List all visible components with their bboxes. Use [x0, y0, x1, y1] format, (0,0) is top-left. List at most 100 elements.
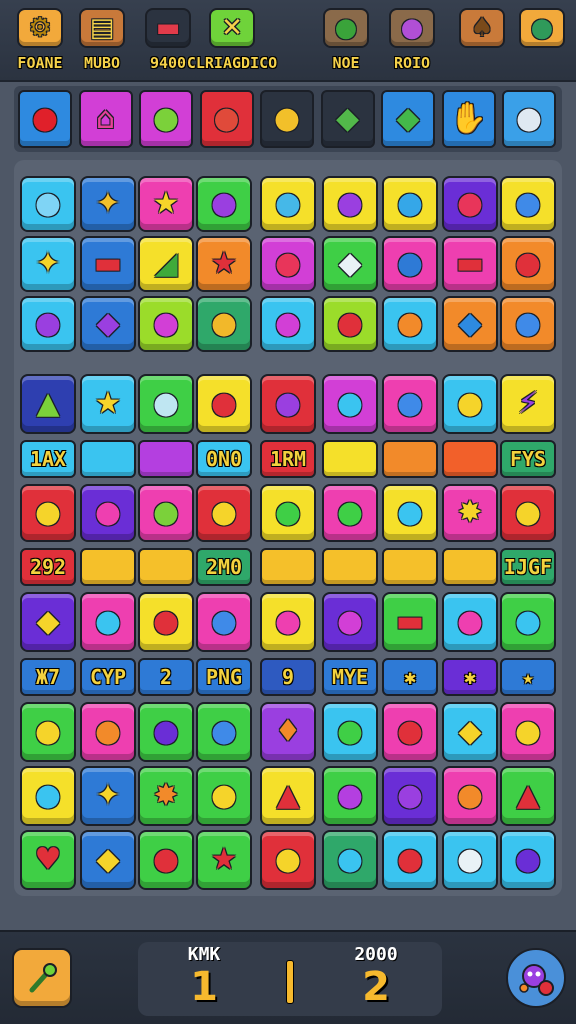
label-tile[interactable]: ✱: [442, 658, 498, 696]
game-tile[interactable]: ◆: [322, 236, 378, 292]
label-tile[interactable]: 2: [138, 658, 194, 696]
label-tile[interactable]: FYS: [500, 440, 556, 478]
game-tile[interactable]: ●: [382, 176, 438, 232]
game-tile[interactable]: ●: [196, 296, 252, 352]
game-tile[interactable]: ●: [196, 374, 252, 434]
game-tile[interactable]: ●: [138, 592, 194, 652]
label-tile[interactable]: 292: [20, 548, 76, 586]
game-tile[interactable]: ♦: [260, 702, 316, 762]
game-tile[interactable]: ●: [382, 236, 438, 292]
top-item-button-2[interactable]: ▬: [145, 8, 191, 48]
game-tile[interactable]: ★: [138, 176, 194, 232]
tray-slot[interactable]: ◆: [381, 90, 435, 148]
label-tile[interactable]: Ж7: [20, 658, 76, 696]
game-tile[interactable]: ●: [20, 176, 76, 232]
game-tile[interactable]: ●: [322, 176, 378, 232]
game-tile[interactable]: ●: [322, 296, 378, 352]
game-tile[interactable]: ●: [138, 830, 194, 890]
label-tile[interactable]: ✱: [382, 658, 438, 696]
game-tile[interactable]: ●: [196, 176, 252, 232]
game-tile[interactable]: ●: [138, 702, 194, 762]
game-tile[interactable]: ●: [322, 766, 378, 826]
label-tile[interactable]: 2M0: [196, 548, 252, 586]
tray-slot[interactable]: ●: [502, 90, 556, 148]
top-item-button-4[interactable]: ●: [323, 8, 369, 48]
game-tile[interactable]: ◆: [80, 296, 136, 352]
game-tile[interactable]: ★: [196, 830, 252, 890]
game-tile[interactable]: ✦: [80, 766, 136, 826]
label-tile[interactable]: PNG: [196, 658, 252, 696]
game-tile[interactable]: ●: [80, 484, 136, 542]
game-tile[interactable]: ●: [80, 592, 136, 652]
top-item-button-1[interactable]: ▤: [79, 8, 125, 48]
top-item-button-3[interactable]: ✕: [209, 8, 255, 48]
game-tile[interactable]: ●: [322, 702, 378, 762]
label-tile[interactable]: [442, 440, 498, 478]
game-tile[interactable]: ●: [382, 296, 438, 352]
game-tile[interactable]: ●: [322, 592, 378, 652]
label-tile[interactable]: MYE: [322, 658, 378, 696]
game-tile[interactable]: ✸: [138, 766, 194, 826]
top-item-button-5[interactable]: ●: [389, 8, 435, 48]
game-tile[interactable]: ▬: [442, 236, 498, 292]
game-tile[interactable]: ✦: [20, 236, 76, 292]
label-tile[interactable]: [442, 548, 498, 586]
label-tile[interactable]: [382, 440, 438, 478]
game-tile[interactable]: ●: [80, 702, 136, 762]
label-tile[interactable]: ★: [500, 658, 556, 696]
game-tile[interactable]: ▲: [260, 766, 316, 826]
game-tile[interactable]: ●: [382, 830, 438, 890]
game-tile[interactable]: ●: [500, 484, 556, 542]
label-tile[interactable]: [138, 548, 194, 586]
label-tile[interactable]: 1AX: [20, 440, 76, 478]
tray-slot[interactable]: ●: [199, 90, 254, 148]
game-tile[interactable]: ●: [138, 296, 194, 352]
tray-slot[interactable]: ◆: [320, 90, 375, 148]
game-tile[interactable]: ◢: [138, 236, 194, 292]
wand-button[interactable]: [12, 948, 72, 1008]
top-item-7[interactable]: ●: [506, 8, 576, 78]
game-tile[interactable]: ▲: [500, 766, 556, 826]
label-tile[interactable]: [80, 548, 136, 586]
top-item-button-6[interactable]: ♠: [459, 8, 505, 48]
game-tile[interactable]: ●: [442, 176, 498, 232]
label-tile[interactable]: 1RM: [260, 440, 316, 478]
game-tile[interactable]: ●: [260, 296, 316, 352]
label-tile[interactable]: [80, 440, 136, 478]
game-tile[interactable]: ▬: [382, 592, 438, 652]
game-tile[interactable]: ●: [382, 374, 438, 434]
game-tile[interactable]: ●: [260, 176, 316, 232]
label-tile[interactable]: [322, 440, 378, 478]
game-tile[interactable]: ●: [500, 830, 556, 890]
game-tile[interactable]: ●: [442, 374, 498, 434]
game-tile[interactable]: ★: [196, 236, 252, 292]
game-tile[interactable]: ◆: [80, 830, 136, 890]
label-tile[interactable]: IJGF: [500, 548, 556, 586]
game-tile[interactable]: ●: [500, 592, 556, 652]
top-item-5[interactable]: ● ROIO: [376, 8, 448, 78]
game-tile[interactable]: ●: [500, 236, 556, 292]
game-tile[interactable]: ◆: [442, 296, 498, 352]
game-tile[interactable]: ●: [382, 484, 438, 542]
tray-slot[interactable]: ●: [18, 90, 72, 148]
label-tile[interactable]: 9: [260, 658, 316, 696]
top-item-4[interactable]: ● NOE: [310, 8, 382, 78]
game-tile[interactable]: ●: [260, 484, 316, 542]
game-tile[interactable]: ●: [322, 374, 378, 434]
game-tile[interactable]: ●: [500, 702, 556, 762]
top-item-button-0[interactable]: ⚙: [17, 8, 63, 48]
game-tile[interactable]: ●: [196, 484, 252, 542]
tray-slot[interactable]: ⌂: [78, 90, 133, 148]
top-item-1[interactable]: ▤ MUBO: [66, 8, 138, 78]
game-tile[interactable]: ◆: [442, 702, 498, 762]
top-item-button-7[interactable]: ●: [519, 8, 565, 48]
game-tile[interactable]: ●: [442, 592, 498, 652]
game-tile[interactable]: ●: [322, 830, 378, 890]
game-tile[interactable]: ●: [382, 766, 438, 826]
game-tile[interactable]: ●: [196, 702, 252, 762]
game-tile[interactable]: ●: [260, 236, 316, 292]
label-tile[interactable]: [260, 548, 316, 586]
game-tile[interactable]: ●: [138, 484, 194, 542]
game-tile[interactable]: ●: [20, 766, 76, 826]
label-tile[interactable]: 0N0: [196, 440, 252, 478]
